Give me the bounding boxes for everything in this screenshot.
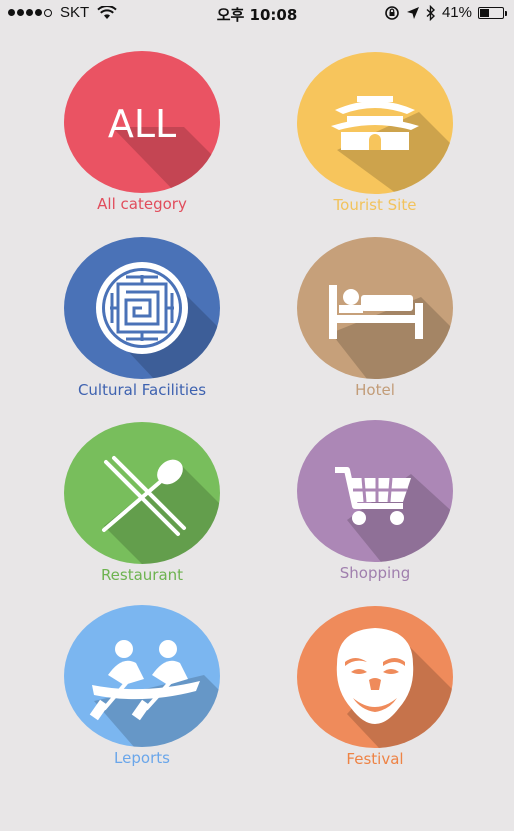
- category-hotel-button[interactable]: [297, 237, 453, 379]
- category-festival[interactable]: Festival: [295, 606, 455, 768]
- category-cultural-facilities[interactable]: Cultural Facilities: [62, 237, 222, 399]
- category-leports[interactable]: Leports: [62, 605, 222, 767]
- category-shopping[interactable]: Shopping: [295, 420, 455, 582]
- fork-spoon-icon: [102, 456, 220, 564]
- status-bar: SKT 오후 10:08 41%: [0, 0, 514, 28]
- rotation-lock-icon: [385, 5, 399, 20]
- bluetooth-icon: [426, 4, 435, 21]
- category-label: Festival: [346, 750, 404, 768]
- category-label: Hotel: [355, 381, 395, 399]
- category-leports-button[interactable]: [64, 605, 220, 747]
- category-all-button[interactable]: ALL: [64, 51, 220, 193]
- mask-icon: [336, 628, 453, 748]
- category-label: Cultural Facilities: [77, 381, 207, 399]
- category-hotel[interactable]: Hotel: [295, 237, 455, 399]
- category-shopping-button[interactable]: [297, 420, 453, 562]
- category-festival-button[interactable]: [297, 606, 453, 748]
- category-label: Restaurant: [100, 566, 184, 584]
- category-label: Shopping: [339, 564, 411, 582]
- category-tourist-site[interactable]: Tourist Site: [295, 52, 455, 214]
- svg-text:ALL: ALL: [108, 102, 176, 146]
- category-cultural-facilities-button[interactable]: [64, 237, 220, 379]
- rowing-icon: [89, 640, 220, 747]
- category-restaurant-button[interactable]: [64, 422, 220, 564]
- battery-icon: [478, 6, 507, 19]
- category-label: All category: [97, 195, 187, 213]
- maze-pattern-icon: [96, 262, 220, 379]
- category-all[interactable]: ALL All category: [62, 51, 222, 213]
- location-arrow-icon: [406, 6, 419, 19]
- palace-gate-icon: [331, 96, 453, 194]
- status-icons: 41%: [384, 4, 507, 21]
- category-tourist-site-button[interactable]: [297, 52, 453, 194]
- bed-icon: [329, 285, 453, 379]
- category-label: Leports: [114, 749, 170, 767]
- category-label: Tourist Site: [333, 196, 417, 214]
- shopping-cart-icon: [335, 467, 453, 562]
- all-icon: ALL: [108, 102, 220, 193]
- category-restaurant[interactable]: Restaurant: [62, 422, 222, 584]
- battery-percent: 41%: [441, 4, 472, 21]
